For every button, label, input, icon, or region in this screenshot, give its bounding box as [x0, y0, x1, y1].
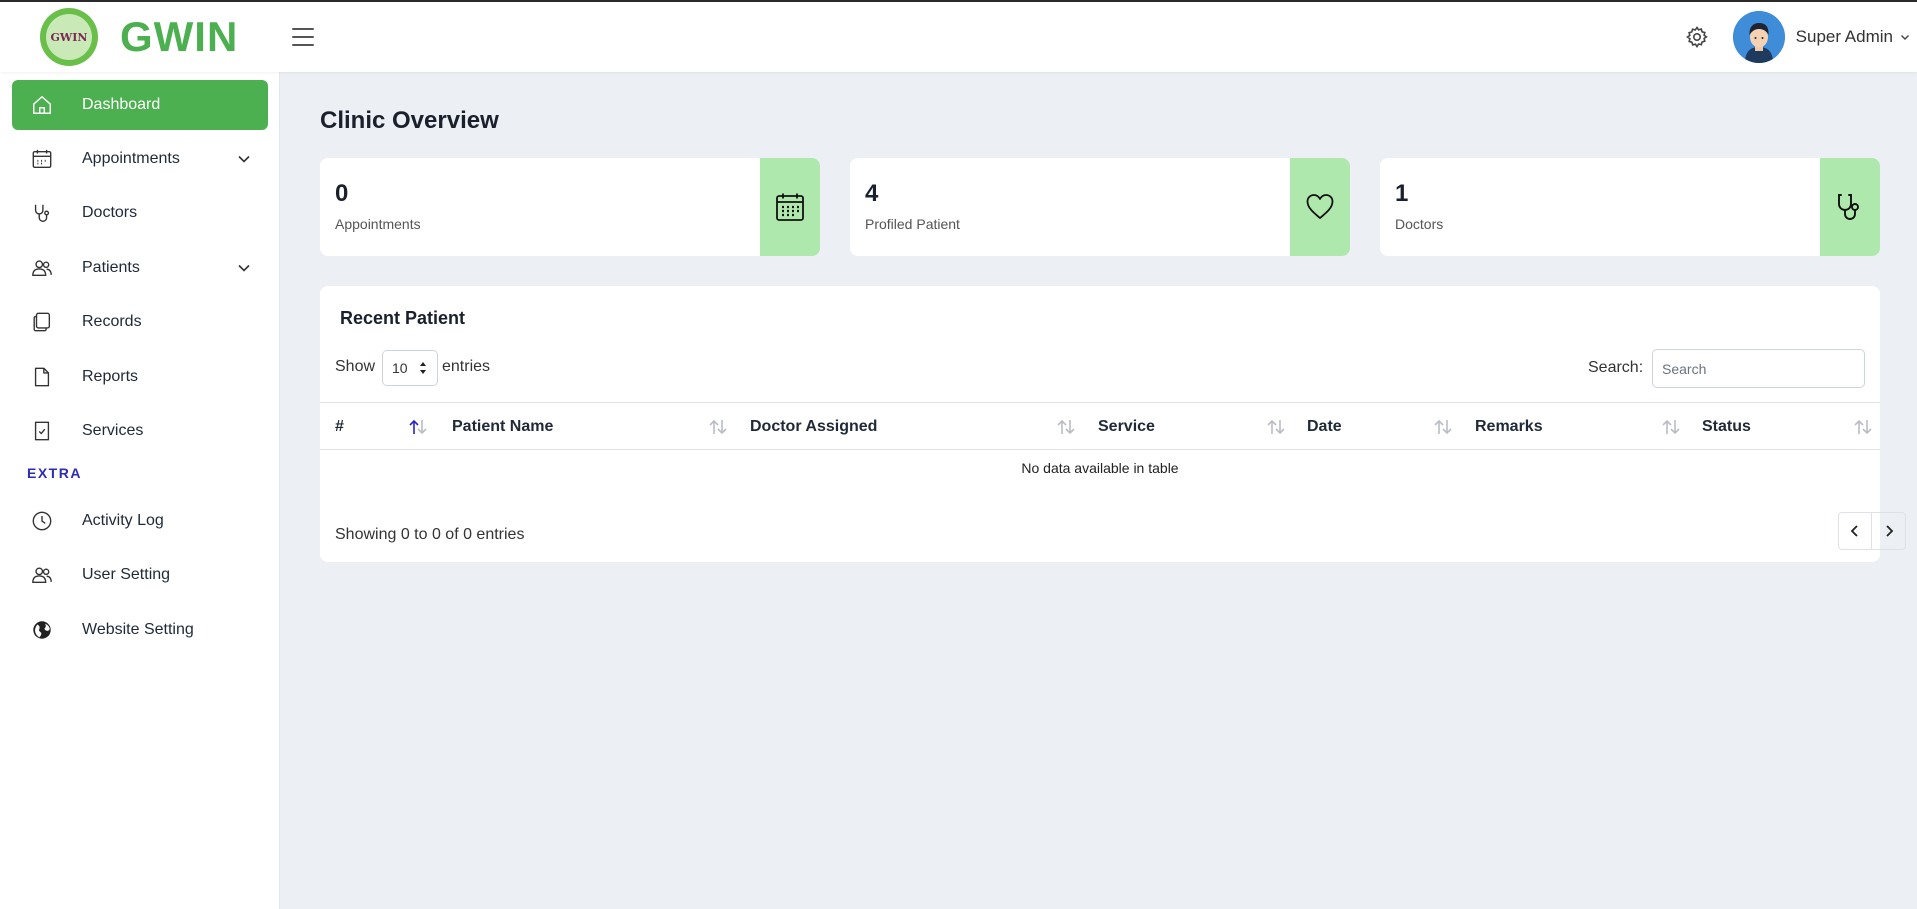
chevron-down-icon[interactable] — [236, 151, 252, 167]
stat-label: Appointments — [335, 216, 421, 232]
home-icon — [30, 93, 54, 117]
column-header-date[interactable]: Date — [1307, 403, 1342, 451]
file-check-icon — [30, 419, 54, 443]
chevron-left-icon — [1850, 525, 1858, 537]
column-header-doctor-assigned[interactable]: Doctor Assigned — [750, 403, 877, 451]
show-label: Show — [335, 358, 376, 375]
stethoscope-icon — [1838, 194, 1859, 220]
empty-table-message: No data available in table — [1021, 460, 1179, 476]
stat-card-profiled-patient[interactable]: 4 Profiled Patient — [850, 158, 1350, 256]
table-title: Recent Patient — [340, 308, 466, 328]
sort-icon[interactable] — [1265, 419, 1287, 435]
stat-value: 0 — [335, 180, 349, 207]
stat-icon-box — [1290, 158, 1350, 256]
file-icon — [30, 365, 54, 389]
sidebar-item-label: Dashboard — [82, 96, 161, 113]
table-info: Showing 0 to 0 of 0 entries — [335, 526, 525, 543]
sidebar: Dashboard Appointments Doctors Patients … — [0, 72, 280, 909]
sidebar-item-label: Services — [82, 422, 144, 439]
sidebar-item-records[interactable]: Records — [12, 297, 268, 347]
previous-page-button[interactable] — [1839, 513, 1872, 549]
entries-label: entries — [442, 358, 491, 375]
sidebar-item-dashboard[interactable]: Dashboard — [12, 80, 268, 130]
sidebar-item-label: Reports — [82, 368, 139, 385]
copy-icon — [30, 310, 54, 334]
select-arrows-icon — [420, 362, 426, 374]
sidebar-item-reports[interactable]: Reports — [12, 352, 268, 402]
clock-icon — [30, 509, 54, 533]
column-header-remarks[interactable]: Remarks — [1475, 403, 1543, 451]
sidebar-item-services[interactable]: Services — [12, 406, 268, 456]
sidebar-item-user-setting[interactable]: User Setting — [12, 550, 268, 600]
sidebar-item-appointments[interactable]: Appointments — [12, 134, 268, 184]
entries-select[interactable]: 10 — [382, 350, 438, 386]
entries-value: 10 — [392, 360, 408, 376]
stat-value: 1 — [1395, 180, 1409, 207]
stat-card-appointments[interactable]: 0 Appointments — [320, 158, 820, 256]
user-name[interactable]: Super Admin — [1796, 27, 1893, 47]
stat-value: 4 — [865, 180, 879, 207]
stat-icon-box — [760, 158, 820, 256]
brand-name[interactable]: GWIN — [120, 13, 238, 61]
users-icon — [30, 256, 54, 280]
search-input[interactable] — [1652, 349, 1865, 388]
chevron-down-icon[interactable] — [236, 260, 252, 276]
globe-icon — [30, 618, 54, 642]
top-bar: GWIN GWIN Super Admin — [0, 2, 1917, 72]
main-content: Clinic Overview 0 Appointments 4 Profile… — [280, 72, 1917, 909]
sort-icon[interactable] — [1852, 419, 1874, 435]
sidebar-item-website-setting[interactable]: Website Setting — [12, 605, 268, 655]
sidebar-item-label: Doctors — [82, 204, 138, 221]
menu-toggle-icon[interactable] — [292, 28, 314, 46]
section-label-extra: EXTRA — [27, 465, 82, 481]
sidebar-item-label: User Setting — [82, 566, 171, 583]
column-header-status[interactable]: Status — [1702, 403, 1751, 451]
brand-logo[interactable]: GWIN — [40, 8, 98, 66]
calendar-icon — [776, 193, 804, 221]
stat-label: Doctors — [1395, 216, 1444, 232]
search-label: Search: — [1588, 359, 1644, 376]
sidebar-item-doctors[interactable]: Doctors — [12, 188, 268, 238]
stat-card-doctors[interactable]: 1 Doctors — [1380, 158, 1880, 256]
sort-asc-active-icon[interactable] — [407, 419, 429, 435]
table-header: # Patient Name Doctor Assigned Service D… — [320, 402, 1880, 450]
chevron-down-icon[interactable] — [1899, 31, 1911, 43]
sort-icon[interactable] — [1660, 419, 1682, 435]
recent-patient-card: Recent Patient Show 10 entries Search: #… — [320, 286, 1906, 562]
pagination — [1838, 512, 1906, 550]
sidebar-item-patients[interactable]: Patients — [12, 243, 268, 293]
brand[interactable]: GWIN GWIN — [0, 8, 280, 66]
page-title: Clinic Overview — [320, 107, 499, 134]
sort-icon[interactable] — [1055, 419, 1077, 435]
stethoscope-icon — [30, 201, 54, 225]
sidebar-item-label: Records — [82, 313, 142, 330]
sort-icon[interactable] — [1432, 419, 1454, 435]
column-header-service[interactable]: Service — [1098, 403, 1155, 451]
stat-label: Profiled Patient — [865, 216, 960, 232]
calendar-icon — [30, 147, 54, 171]
users-icon — [30, 563, 54, 587]
heart-icon — [1306, 194, 1334, 219]
chevron-right-icon — [1885, 525, 1893, 537]
gear-icon[interactable] — [1685, 25, 1709, 49]
sidebar-item-label: Website Setting — [82, 621, 194, 638]
sidebar-item-label: Patients — [82, 259, 140, 276]
sidebar-item-activity-log[interactable]: Activity Log — [12, 496, 268, 546]
sort-icon[interactable] — [707, 419, 729, 435]
logo-text: GWIN — [46, 14, 92, 60]
avatar[interactable] — [1732, 11, 1785, 63]
column-header-patient-name[interactable]: Patient Name — [452, 403, 553, 451]
next-page-button[interactable] — [1872, 513, 1905, 549]
sidebar-item-label: Appointments — [82, 150, 180, 167]
stat-icon-box — [1820, 158, 1880, 256]
sidebar-item-label: Activity Log — [82, 512, 164, 529]
column-header-number[interactable]: # — [335, 403, 344, 451]
